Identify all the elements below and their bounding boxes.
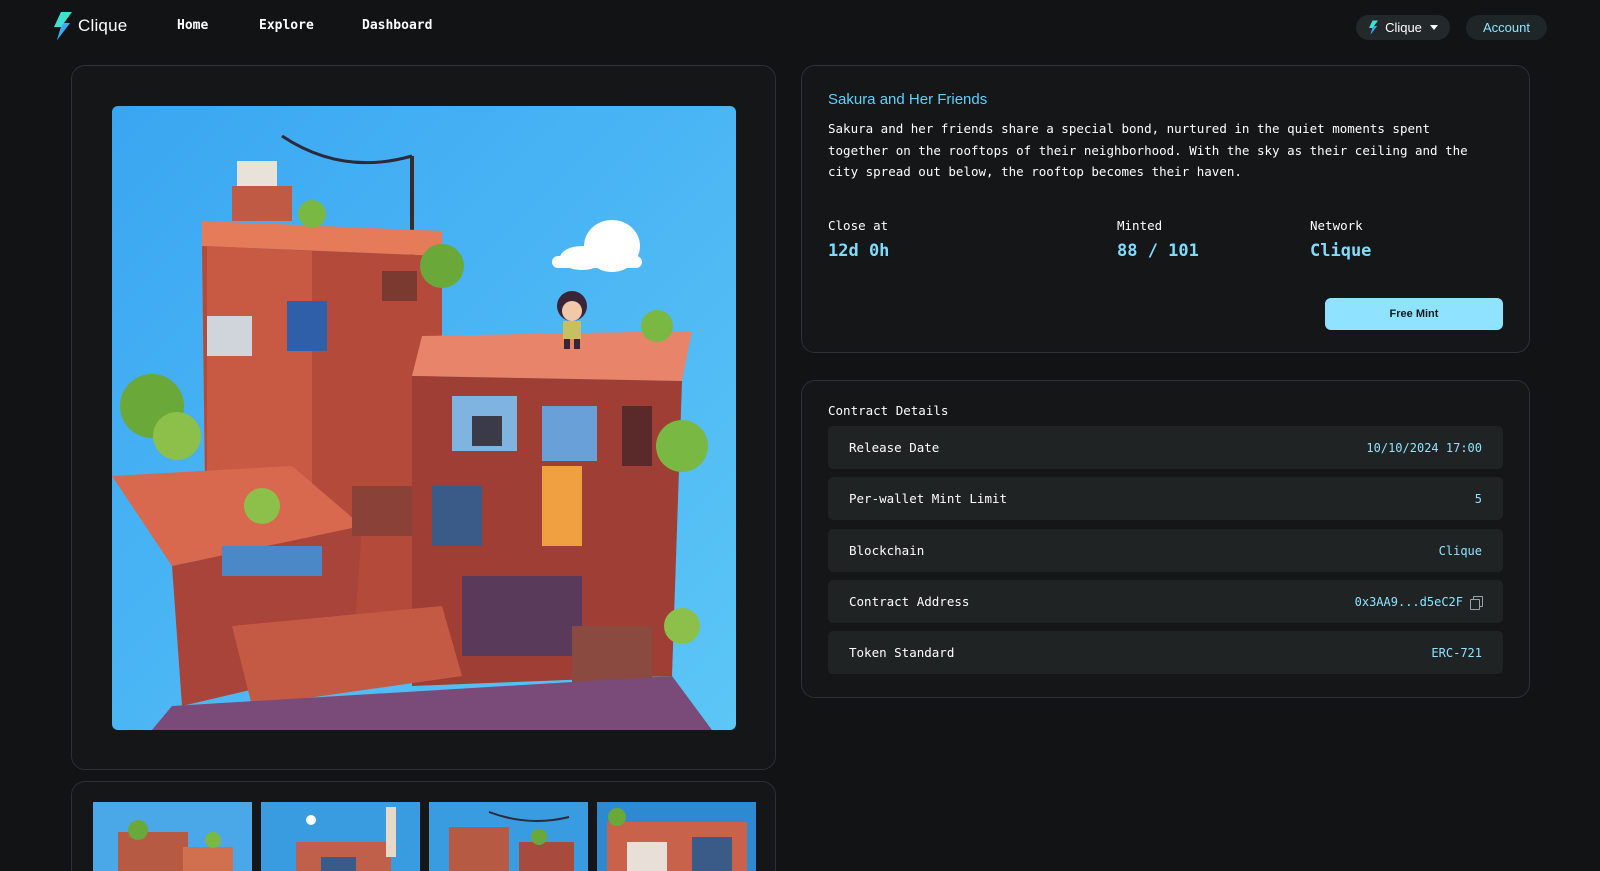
contract-address-value[interactable]: 0x3AA9...d5eC2F [1355,595,1463,609]
stat-label-close-at: Close at [828,218,889,233]
contract-row-value: 0x3AA9...d5eC2F [1355,595,1483,610]
contract-details-panel: Contract Details Release Date 10/10/2024… [801,380,1530,698]
thumbnail-1[interactable] [93,802,252,871]
contract-row-label: Per-wallet Mint Limit [849,491,1008,506]
stat-value-network: Clique [1310,241,1372,261]
contract-row-label: Release Date [849,440,940,455]
collection-description: Sakura and her friends share a special b… [828,121,1468,179]
contract-row-token-standard: Token Standard ERC-721 [828,631,1503,674]
stat-label-network: Network [1310,218,1363,233]
free-mint-button[interactable]: Free Mint [1325,298,1503,330]
nav-link-home[interactable]: Home [177,18,208,33]
contract-row-value: ERC-721 [1431,646,1482,660]
brand-logo[interactable]: Clique [52,12,127,40]
contract-row-label: Contract Address [849,594,970,609]
contract-row-mint-limit: Per-wallet Mint Limit 5 [828,477,1503,520]
contract-row-value: Clique [1439,544,1482,558]
thumbnail-strip [71,781,776,871]
contract-details-title: Contract Details [828,403,949,418]
blockchain-value: Clique [1438,543,1482,558]
contract-row-release-date: Release Date 10/10/2024 17:00 [828,426,1503,469]
contract-row-blockchain: Blockchain Clique [828,529,1503,572]
stat-value-close-at: 12d 0h [828,241,890,261]
contract-row-label: Blockchain [849,543,925,558]
mint-limit-value: 5 [1474,491,1482,506]
account-button[interactable]: Account [1466,15,1547,40]
token-standard-value: ERC-721 [1431,645,1482,660]
chevron-down-icon [1429,25,1438,30]
lightning-logo-icon [54,12,72,40]
thumbnail-3[interactable] [429,802,588,871]
network-selector[interactable]: Clique [1356,15,1450,40]
thumbnail-2[interactable] [261,802,420,871]
network-selector-label: Clique [1385,20,1422,35]
top-nav: Clique Home Explore Dashboard Clique Acc… [0,0,1600,54]
stat-label-minted: Minted [1117,218,1163,233]
contract-row-label: Token Standard [849,645,955,660]
release-date-value: 10/10/2024 17:00 [1366,440,1482,455]
stat-value-minted: 88 / 101 [1117,241,1199,261]
thumbnail-4[interactable] [597,802,756,871]
lightning-icon [1369,20,1379,35]
copy-icon[interactable] [1470,595,1483,610]
contract-row-value: 5 [1475,492,1482,506]
artwork-panel [71,65,776,770]
collection-title: Sakura and Her Friends [828,91,988,108]
contract-row-value: 10/10/2024 17:00 [1366,441,1482,455]
nav-link-dashboard[interactable]: Dashboard [362,18,432,33]
artwork-illustration [112,106,736,730]
brand-name: Clique [78,16,128,35]
artwork-image [112,106,736,730]
contract-row-address: Contract Address 0x3AA9...d5eC2F [828,580,1503,623]
collection-info-panel: Sakura and Her Friends Sakura and her fr… [801,65,1530,353]
nav-link-explore[interactable]: Explore [259,18,314,33]
